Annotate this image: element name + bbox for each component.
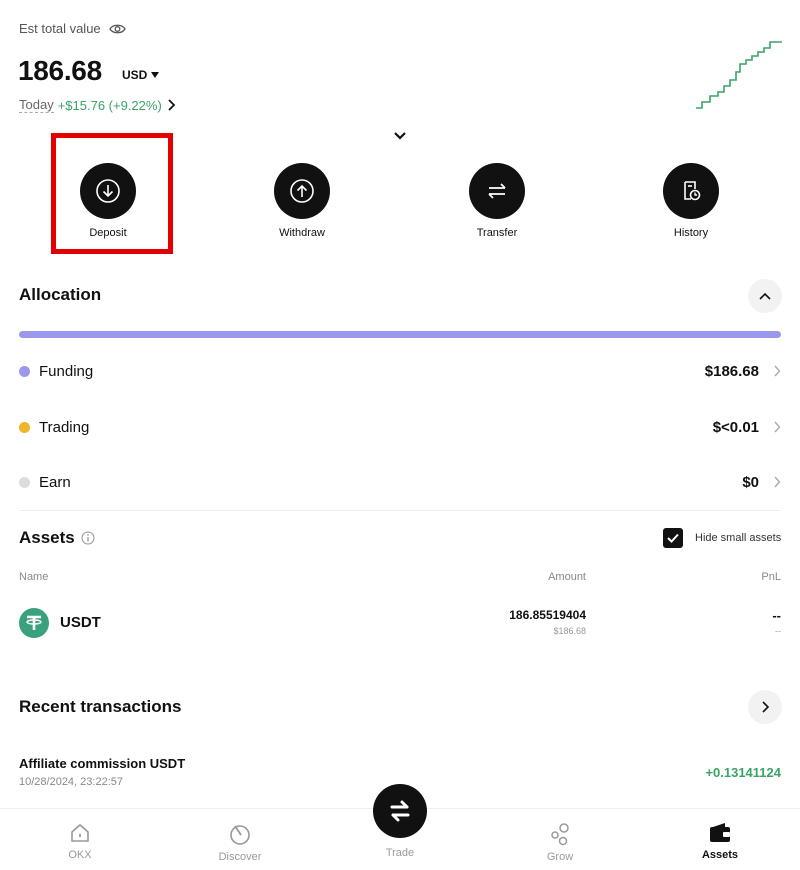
- grow-icon: [551, 823, 569, 846]
- chevron-up-icon: [759, 292, 771, 300]
- column-pnl: PnL: [761, 571, 781, 583]
- table-row[interactable]: USDT 186.85519404 $186.68 -- --: [19, 600, 781, 646]
- eye-icon[interactable]: [108, 23, 126, 35]
- upload-icon: [290, 179, 314, 203]
- deposit-button[interactable]: Deposit: [53, 163, 163, 239]
- allocation-row-earn[interactable]: Earn $0: [19, 467, 781, 497]
- assets-title: Assets: [19, 528, 75, 547]
- discover-icon: [230, 825, 250, 845]
- history-button[interactable]: History: [636, 163, 746, 239]
- transfer-button[interactable]: Transfer: [442, 163, 552, 239]
- column-name: Name: [19, 571, 49, 583]
- chevron-right-icon: [774, 365, 781, 377]
- download-icon: [96, 179, 120, 203]
- chevron-right-icon: [168, 99, 176, 111]
- assets-header: Assets: [19, 528, 95, 548]
- total-value: 186.68: [18, 55, 102, 86]
- nav-discover[interactable]: Discover: [195, 822, 285, 863]
- hide-small-assets-checkbox[interactable]: [663, 528, 683, 548]
- allocation-title: Allocation: [19, 285, 102, 304]
- allocation-row-funding[interactable]: Funding $186.68: [19, 356, 781, 386]
- divider: [19, 510, 781, 511]
- chevron-down-icon[interactable]: [392, 130, 408, 142]
- asset-pnl: --: [772, 608, 781, 623]
- allocation-row-trading[interactable]: Trading $<0.01: [19, 412, 781, 442]
- chevron-right-icon: [774, 476, 781, 488]
- trade-button[interactable]: [373, 784, 427, 838]
- today-pnl[interactable]: Today +$15.76 (+9.22%): [19, 97, 176, 113]
- history-icon: [684, 181, 701, 201]
- tether-icon: [26, 615, 42, 630]
- asset-pnl-sub: --: [775, 626, 781, 636]
- usdt-logo: [19, 608, 49, 638]
- checkmark-icon: [667, 533, 679, 543]
- trade-icon: [390, 800, 410, 822]
- asset-name: USDT: [60, 614, 101, 631]
- value-sparkline: [696, 41, 782, 109]
- column-amount: Amount: [548, 571, 586, 583]
- withdraw-button[interactable]: Withdraw: [247, 163, 357, 239]
- hide-small-assets-toggle[interactable]: Hide small assets: [663, 528, 781, 548]
- currency-selector[interactable]: USD: [122, 68, 160, 82]
- today-label: Today: [19, 97, 54, 113]
- earn-dot: [19, 476, 30, 488]
- est-total-value-label: Est total value: [19, 21, 126, 36]
- allocation-bar: [19, 331, 781, 338]
- chevron-right-icon: [774, 421, 781, 433]
- nav-grow[interactable]: Grow: [515, 822, 605, 863]
- info-icon[interactable]: [81, 531, 95, 545]
- nav-okx[interactable]: OKX: [35, 822, 125, 861]
- transactions-more-button[interactable]: [748, 690, 782, 724]
- asset-amount-usd: $186.68: [553, 626, 586, 636]
- transfer-icon: [488, 183, 506, 199]
- transaction-title: Affiliate commission USDT: [19, 756, 186, 771]
- wallet-icon: [710, 823, 730, 842]
- transaction-time: 10/28/2024, 23:22:57: [19, 776, 123, 788]
- trading-dot: [19, 421, 30, 433]
- funding-dot: [19, 365, 30, 377]
- caret-down-icon: [151, 72, 160, 78]
- nav-trade[interactable]: Trade: [355, 842, 445, 859]
- today-change: +$15.76 (+9.22%): [57, 97, 162, 113]
- nav-assets[interactable]: Assets: [675, 822, 765, 861]
- transaction-amount: +0.13141124: [705, 765, 781, 780]
- home-icon: [71, 823, 89, 842]
- chevron-right-icon: [762, 701, 770, 713]
- asset-amount: 186.85519404: [509, 608, 586, 622]
- allocation-collapse-button[interactable]: [748, 279, 782, 313]
- recent-transactions-title: Recent transactions: [19, 697, 182, 716]
